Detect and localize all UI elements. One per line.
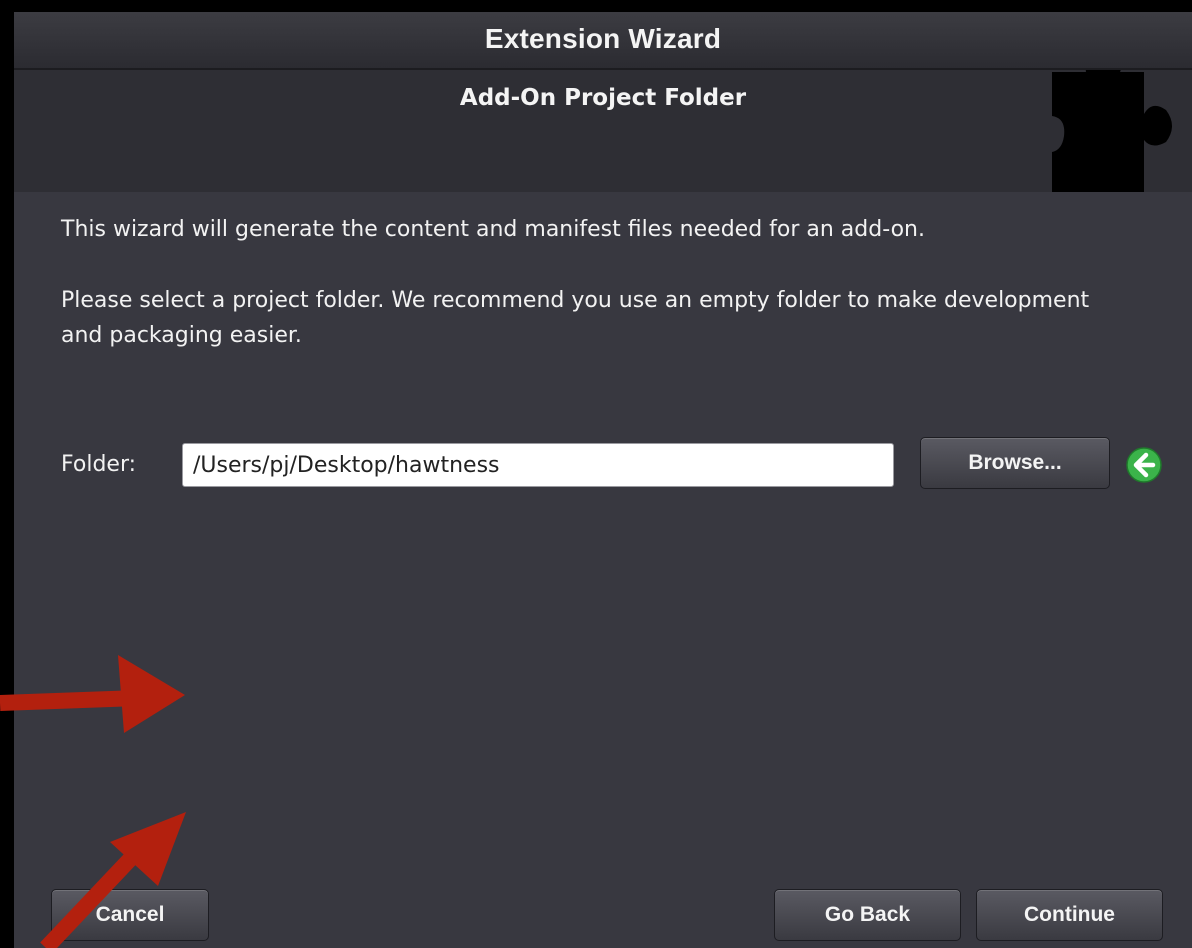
go-back-button[interactable]: Go Back <box>774 889 961 941</box>
title-bar[interactable]: Extension Wizard <box>14 12 1192 70</box>
folder-label: Folder: <box>61 452 137 477</box>
wizard-description: This wizard will generate the content an… <box>61 212 1121 353</box>
instruction-text: Please select a project folder. We recom… <box>61 288 1090 348</box>
green-arrow-left-icon[interactable] <box>1125 446 1163 484</box>
browse-button[interactable]: Browse... <box>920 437 1110 489</box>
wizard-header: Add-On Project Folder <box>14 70 1192 192</box>
folder-path-input[interactable] <box>182 443 894 487</box>
puzzle-piece-icon <box>1052 70 1172 192</box>
intro-text: This wizard will generate the content an… <box>61 217 925 242</box>
cancel-button[interactable]: Cancel <box>51 889 209 941</box>
folder-row: Folder: Browse... <box>61 437 1181 494</box>
window-title: Extension Wizard <box>484 23 722 54</box>
continue-button[interactable]: Continue <box>976 889 1163 941</box>
extension-wizard-window: Extension Wizard Add-On Project Folder T… <box>14 12 1192 948</box>
page-title: Add-On Project Folder <box>459 85 747 111</box>
